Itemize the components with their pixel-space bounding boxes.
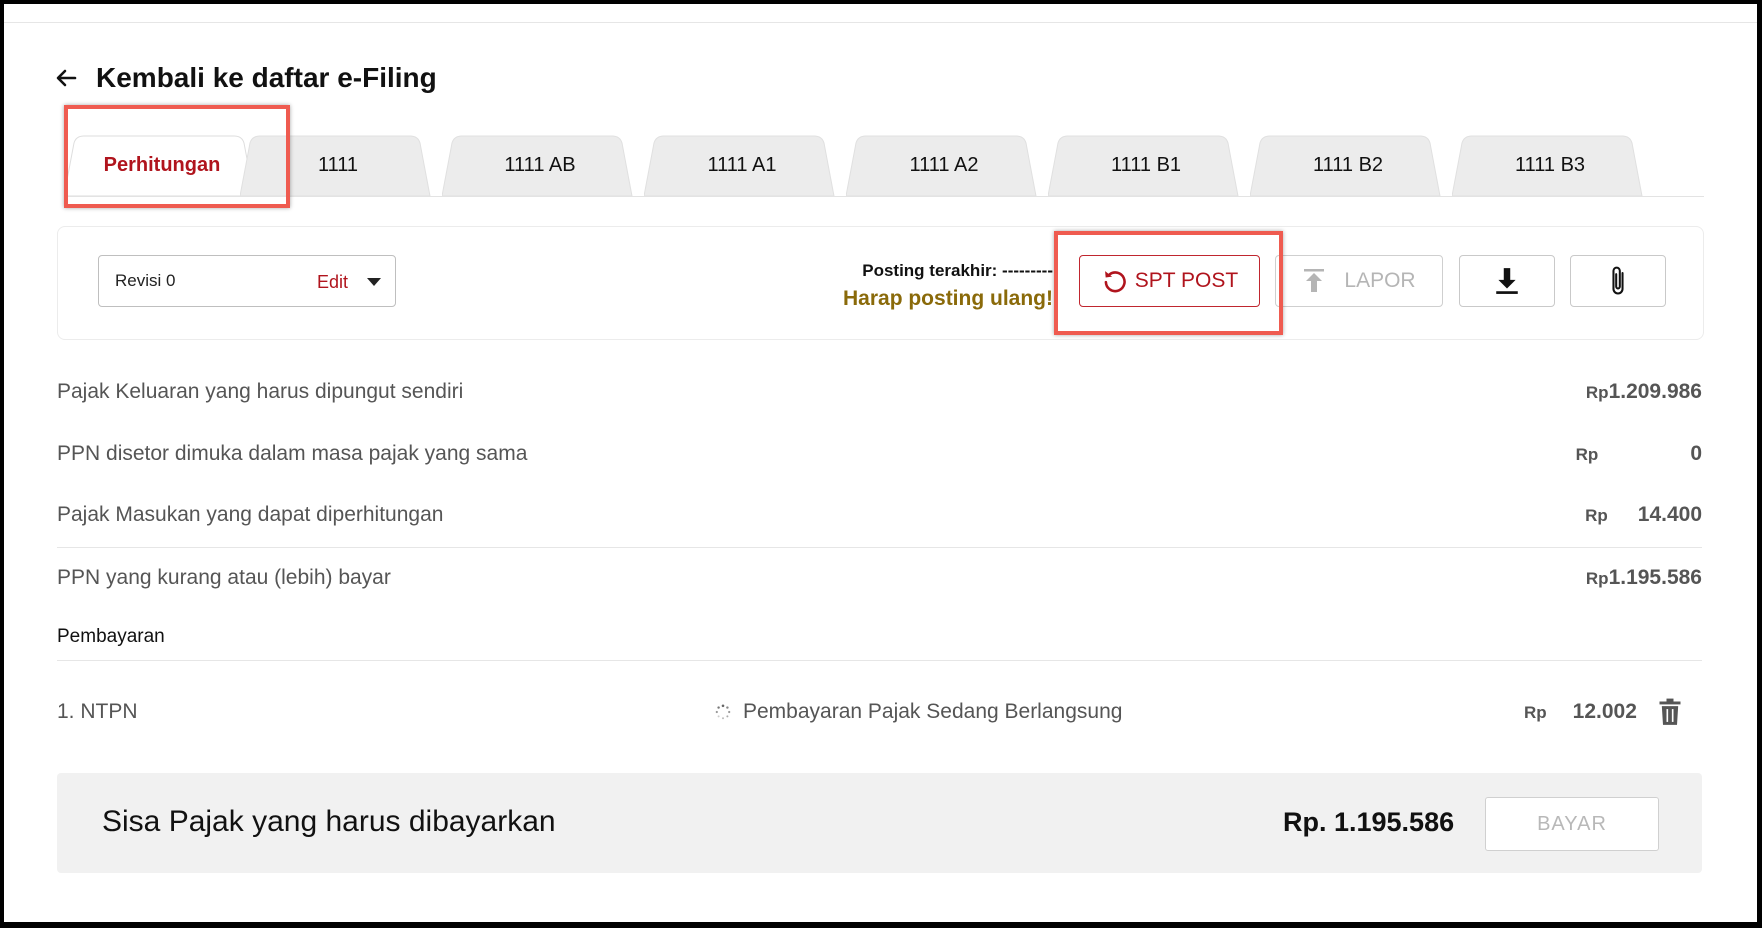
payment-amount: Rp 12.002 [1524, 700, 1637, 724]
currency-label: Rp [1524, 703, 1547, 722]
tab-label: 1111 B2 [1312, 154, 1384, 176]
amount: 1.209.986 [1608, 380, 1702, 403]
top-divider [4, 22, 1757, 23]
refresh-icon [1104, 271, 1126, 293]
tab-label: 1111 AB [504, 154, 576, 176]
summary-row: Pajak Keluaran yang harus dipungut sendi… [57, 372, 1702, 412]
summary-divider [57, 547, 1702, 548]
amount: 14.400 [1637, 503, 1702, 526]
tab-1111-b1[interactable]: 1111 B1 [1048, 135, 1244, 196]
bayar-button[interactable]: BAYAR [1485, 797, 1659, 851]
payment-section-title: Pembayaran [57, 626, 165, 647]
action-toolbar: Revisi 0 Edit Posting terakhir: --------… [57, 226, 1704, 340]
tab-1111-ab[interactable]: 1111 AB [442, 135, 638, 196]
payment-status-text: Pembayaran Pajak Sedang Berlangsung [743, 700, 1123, 723]
lapor-button[interactable]: LAPOR [1275, 255, 1443, 307]
remaining-label: Sisa Pajak yang harus dibayarkan [102, 805, 556, 838]
arrow-left-icon[interactable] [54, 66, 78, 90]
tab-label: 1111 B3 [1514, 154, 1586, 176]
tab-bar: Perhitungan 1111 1111 AB 1111 A1 1111 A2… [64, 135, 1704, 197]
tab-perhitungan[interactable]: Perhitungan [64, 135, 260, 196]
tab-label: 1111 A1 [707, 154, 777, 176]
tab-label: 1111 A2 [909, 154, 979, 176]
edit-link[interactable]: Edit [317, 272, 348, 293]
summary-row-label: Pajak Masukan yang dapat diperhitungan [57, 503, 444, 526]
currency-label: Rp [1585, 569, 1609, 588]
summary-row-value: Rp 1.195.586 [1586, 566, 1702, 590]
remaining-total: Rp. 1.195.586 [1283, 807, 1455, 837]
back-link[interactable]: Kembali ke daftar e-Filing [54, 62, 437, 94]
currency-label: Rp [1575, 445, 1599, 464]
trash-icon[interactable] [1658, 698, 1682, 726]
payment-item-label: 1. NTPN [57, 700, 138, 723]
amount: 1.195.586 [1608, 566, 1702, 589]
spt-post-label: SPT POST [1134, 269, 1239, 292]
payment-divider [57, 660, 1702, 661]
payment-item: 1. NTPN Pembayaran Pajak Sedang Berlangs… [57, 692, 1702, 732]
tab-label: 1111 [317, 154, 359, 176]
posting-last: Posting terakhir: --------- [862, 261, 1053, 280]
back-title[interactable]: Kembali ke daftar e-Filing [96, 62, 437, 94]
amount: 0 [1690, 442, 1702, 465]
posting-warning: Harap posting ulang! [843, 287, 1053, 310]
download-button[interactable] [1459, 255, 1555, 307]
spinner-icon [715, 704, 731, 720]
summary-row-label: PPN yang kurang atau (lebih) bayar [57, 566, 391, 589]
upload-icon [1304, 269, 1325, 292]
download-icon [1496, 268, 1518, 294]
tab-1111-a2[interactable]: 1111 A2 [846, 135, 1042, 196]
summary-row: PPN yang kurang atau (lebih) bayar Rp 1.… [57, 558, 1702, 598]
lapor-label: LAPOR [1344, 269, 1416, 292]
tab-1111[interactable]: 1111 [240, 135, 436, 196]
spt-post-button[interactable]: SPT POST [1079, 255, 1260, 307]
currency-label: Rp [1585, 506, 1608, 525]
revision-value: Revisi 0 [115, 271, 176, 290]
summary-row-value: Rp 14.400 [1585, 503, 1702, 527]
amount: 12.002 [1572, 700, 1637, 723]
tabs-divider [64, 196, 1704, 197]
tab-1111-a1[interactable]: 1111 A1 [644, 135, 840, 196]
attachment-button[interactable] [1570, 255, 1666, 307]
revision-select[interactable]: Revisi 0 Edit [98, 255, 396, 307]
summary-row: Pajak Masukan yang dapat diperhitungan R… [57, 495, 1702, 535]
summary-row: PPN disetor dimuka dalam masa pajak yang… [57, 434, 1702, 474]
summary-row-value: Rp 1.209.986 [1586, 380, 1702, 404]
currency-label: Rp [1585, 383, 1609, 402]
summary-row-value: Rp 0 [1576, 442, 1702, 466]
paperclip-icon [1612, 266, 1624, 295]
tab-label: 1111 B1 [1110, 154, 1182, 176]
posting-status: Posting terakhir: --------- Harap postin… [843, 261, 1053, 311]
summary-row-label: PPN disetor dimuka dalam masa pajak yang… [57, 442, 528, 465]
app-frame: Kembali ke daftar e-Filing Perhitungan 1… [4, 4, 1757, 922]
tab-1111-b2[interactable]: 1111 B2 [1250, 135, 1446, 196]
summary-row-label: Pajak Keluaran yang harus dipungut sendi… [57, 380, 464, 403]
tab-label: Perhitungan [103, 154, 221, 176]
caret-down-icon[interactable] [367, 278, 381, 286]
remaining-tax-panel: Sisa Pajak yang harus dibayarkan Rp. 1.1… [57, 773, 1702, 873]
tab-1111-b3[interactable]: 1111 B3 [1452, 135, 1648, 196]
payment-status: Pembayaran Pajak Sedang Berlangsung [715, 700, 1122, 724]
